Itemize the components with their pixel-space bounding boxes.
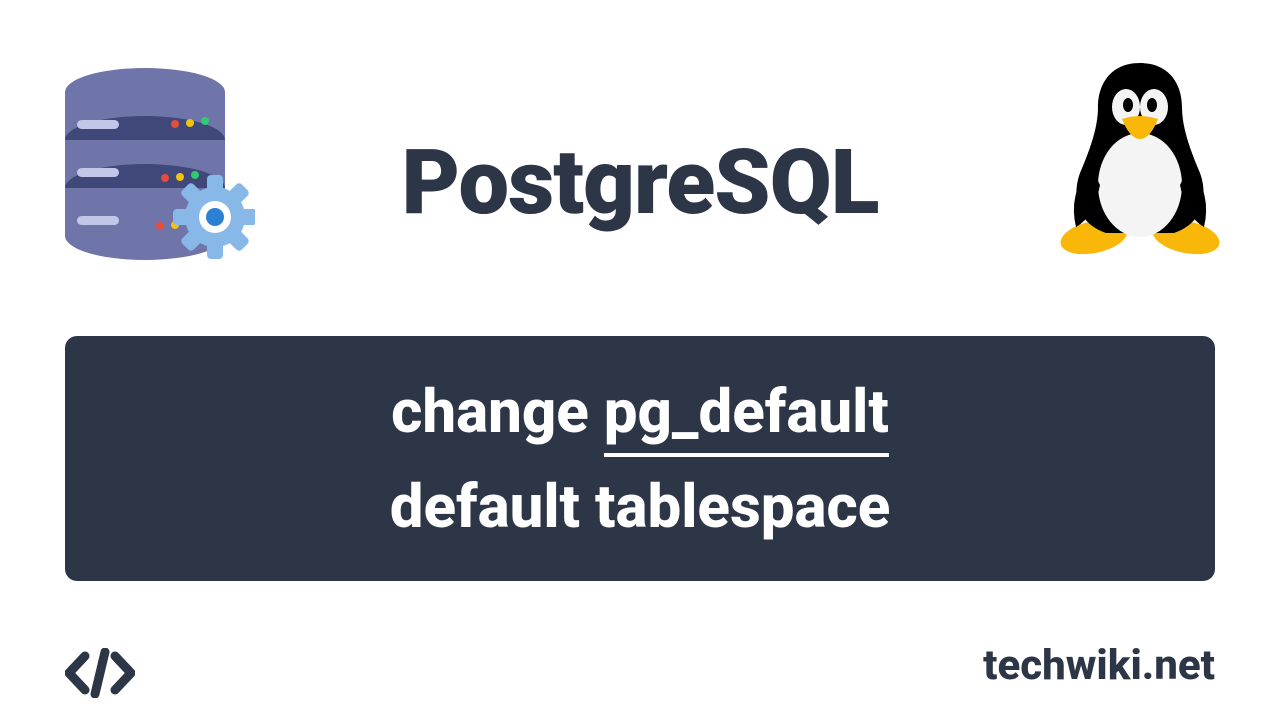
content-card: change pg_default default tablespace: [65, 336, 1215, 581]
tux-penguin-icon: [1050, 55, 1230, 255]
page-title: PostgreSQL: [401, 130, 878, 235]
brand-text: techwiki.net: [983, 641, 1215, 690]
card-line-2: default tablespace: [390, 471, 891, 542]
card-line-1-underlined: pg_default: [604, 376, 889, 457]
card-line-1-prefix: change: [391, 376, 604, 447]
code-bracket-icon: [65, 648, 135, 698]
card-line-1: change pg_default: [391, 376, 889, 447]
database-gear-icon: [55, 62, 255, 272]
